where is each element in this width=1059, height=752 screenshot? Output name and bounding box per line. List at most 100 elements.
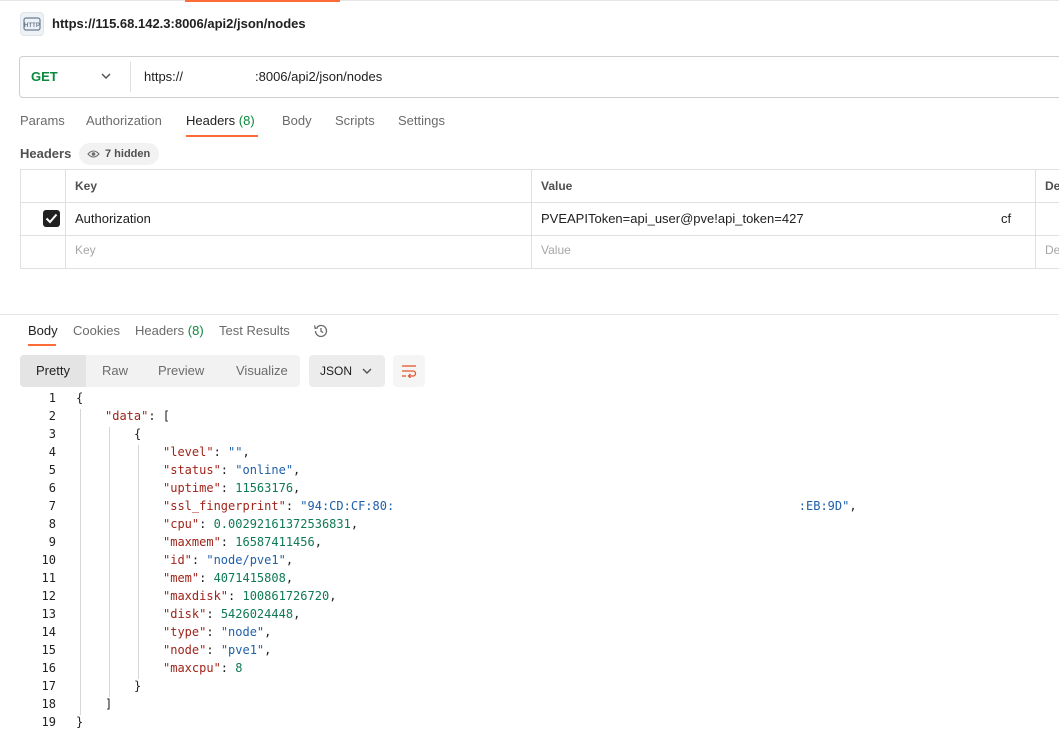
code-line: } <box>76 715 83 729</box>
code-token: :EB:9D" <box>394 499 850 513</box>
response-tab-cookies[interactable]: Cookies <box>73 323 120 338</box>
history-icon[interactable] <box>312 322 330 343</box>
code-token: , <box>350 517 359 531</box>
chevron-down-icon[interactable] <box>100 70 112 85</box>
code-token: "data" <box>105 409 149 423</box>
line-number: 12 <box>41 589 56 603</box>
tab-underline <box>28 344 56 346</box>
code-token: : <box>199 571 214 585</box>
code-token: , <box>293 463 301 477</box>
code-token: 5426024448 <box>220 607 294 621</box>
code-token: : <box>285 499 301 513</box>
view-mode-pretty[interactable]: Pretty <box>36 363 70 378</box>
tab-settings[interactable]: Settings <box>398 113 445 128</box>
code-line: "level": "", <box>163 445 250 459</box>
method-select[interactable]: GET <box>31 69 58 84</box>
code-token: "node" <box>220 625 265 639</box>
code-token: : <box>228 589 243 603</box>
tab-body[interactable]: Body <box>282 113 312 128</box>
code-line: "id": "node/pve1", <box>163 553 293 567</box>
indent-guide <box>109 427 110 697</box>
view-mode-preview[interactable]: Preview <box>158 363 204 378</box>
headers-table <box>20 169 1059 269</box>
url-input-path[interactable]: :8006/api2/json/nodes <box>255 69 382 84</box>
line-number: 14 <box>41 625 56 639</box>
column-header-value: Value <box>541 179 573 193</box>
url-input-scheme[interactable]: https:// <box>144 69 183 84</box>
header-key-field[interactable]: Authorization <box>75 211 151 226</box>
tab-headers[interactable]: Headers (8) <box>186 113 255 128</box>
tab-label: Body <box>282 113 312 128</box>
svg-text:HTTP: HTTP <box>24 23 40 29</box>
tab-label: Headers <box>135 323 185 338</box>
code-token: 0.00292161372536831 <box>213 517 351 531</box>
code-token: , <box>264 625 272 639</box>
hidden-count: 7 hidden <box>105 148 151 160</box>
code-token: 11563176 <box>235 481 294 495</box>
table-divider <box>1035 169 1036 269</box>
code-token: "id" <box>163 553 192 567</box>
line-number: 7 <box>48 499 56 513</box>
code-token: : <box>220 481 236 495</box>
tab-count: (8) <box>187 323 204 338</box>
line-number: 8 <box>48 517 56 531</box>
new-value-input[interactable]: Value <box>541 243 571 257</box>
format-label: JSON <box>320 364 353 378</box>
code-line: "maxcpu": 8 <box>163 661 242 675</box>
table-divider <box>20 202 1059 203</box>
code-token: "uptime" <box>163 481 221 495</box>
tab-authorization[interactable]: Authorization <box>86 113 162 128</box>
code-token: , <box>314 535 322 549</box>
response-tab-test-results[interactable]: Test Results <box>219 323 290 338</box>
view-mode-raw[interactable]: Raw <box>102 363 128 378</box>
line-number: 16 <box>41 661 56 675</box>
code-token: "node/pve1" <box>206 553 286 567</box>
code-line: "disk": 5426024448, <box>163 607 300 621</box>
response-tab-headers[interactable]: Headers (8) <box>135 323 204 338</box>
code-token: "pve1" <box>220 643 265 657</box>
code-token: : <box>191 553 207 567</box>
response-tab-body[interactable]: Body <box>28 323 58 338</box>
chevron-down-icon <box>361 365 373 380</box>
code-token: "94:CD:CF:80: <box>300 499 395 513</box>
view-mode-visualize[interactable]: Visualize <box>236 363 288 378</box>
request-title[interactable]: https://115.68.142.3:8006/api2/json/node… <box>52 16 306 31</box>
code-token: : <box>206 607 221 621</box>
tab-label: Params <box>20 113 65 128</box>
code-line: "type": "node", <box>163 625 271 639</box>
indent-guide <box>138 445 139 679</box>
tab-count: (8) <box>238 113 255 128</box>
line-number: 11 <box>41 571 56 585</box>
code-token: } <box>76 715 84 729</box>
code-line: { <box>134 427 141 441</box>
http-request-icon: HTTP <box>20 12 44 36</box>
line-number: 3 <box>48 427 56 441</box>
code-token: , <box>293 607 301 621</box>
code-token: 8 <box>235 661 243 675</box>
column-header-description: De <box>1045 179 1059 193</box>
tab-label: Scripts <box>335 113 375 128</box>
eye-icon <box>87 150 100 158</box>
header-enabled-checkbox[interactable] <box>43 210 60 227</box>
tab-label: Body <box>28 323 58 338</box>
code-token: 16587411456 <box>235 535 315 549</box>
code-line: } <box>134 679 141 693</box>
code-token: { <box>76 391 84 405</box>
pane-divider[interactable] <box>0 314 1059 315</box>
hidden-headers-toggle[interactable]: 7 hidden <box>79 143 160 165</box>
code-line: "mem": 4071415808, <box>163 571 293 585</box>
code-token: : <box>199 517 214 531</box>
header-value-field[interactable]: PVEAPIToken=api_user@pve!api_token=427 <box>541 211 804 226</box>
code-line: "maxdisk": 100861726720, <box>163 589 336 603</box>
code-line: "data": [ <box>105 409 170 423</box>
new-description-input[interactable]: De <box>1045 243 1059 257</box>
column-header-key: Key <box>75 179 98 193</box>
tab-params[interactable]: Params <box>20 113 65 128</box>
tab-scripts[interactable]: Scripts <box>335 113 375 128</box>
active-tab-indicator <box>185 0 340 2</box>
code-token: "level" <box>163 445 214 459</box>
code-token: : <box>220 661 236 675</box>
new-key-input[interactable]: Key <box>75 243 96 257</box>
line-number: 18 <box>41 697 56 711</box>
wrap-lines-button[interactable] <box>393 355 425 387</box>
